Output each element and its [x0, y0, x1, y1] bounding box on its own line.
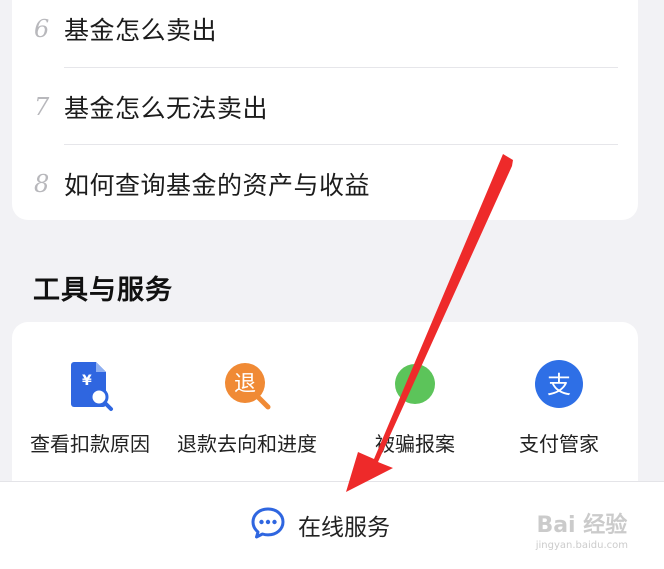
chat-bubble-icon [250, 506, 286, 544]
report-icon [387, 358, 443, 414]
alipay-glyph: 支 [547, 371, 571, 399]
tool-label: 被骗报案 [375, 432, 455, 456]
faq-question: 基金怎么无法卖出 [64, 93, 269, 123]
online-service-label: 在线服务 [298, 515, 390, 541]
tool-label: 查看扣款原因 [30, 432, 150, 456]
tool-refund-progress[interactable]: 退 退款去向和进度 [167, 358, 327, 457]
faq-question: 基金怎么卖出 [64, 15, 218, 45]
alipay-icon: 支 [531, 358, 587, 414]
faq-number: 7 [34, 92, 50, 121]
refund-icon: 退 [219, 358, 275, 414]
tool-fraud-report[interactable]: 被骗报案 [335, 358, 495, 457]
faq-item-7[interactable]: 7 基金怎么无法卖出 [34, 68, 618, 145]
online-service-button[interactable]: 在线服务 [250, 506, 390, 544]
tool-label: 支付管家 [519, 432, 599, 456]
receipt-search-icon: ¥ [62, 358, 118, 414]
svg-text:¥: ¥ [82, 373, 92, 389]
faq-number: 6 [34, 14, 50, 43]
watermark-text: Bai 经验 [536, 513, 628, 538]
faq-card: 6 基金怎么卖出 7 基金怎么无法卖出 8 如何查询基金的资产与收益 [12, 0, 638, 220]
tool-label: 退款去向和进度 [177, 432, 317, 456]
tool-check-deduction[interactable]: ¥ 查看扣款原因 [10, 358, 170, 457]
bottom-bar: 在线服务 Bai 经验 jingyan.baidu.com [0, 481, 664, 569]
baidu-jingyan-watermark: Bai 经验 jingyan.baidu.com [536, 515, 628, 551]
faq-question: 如何查询基金的资产与收益 [64, 170, 371, 200]
tool-payment-manager[interactable]: 支 支付管家 [479, 358, 639, 457]
faq-number: 8 [34, 169, 50, 198]
section-title-tools: 工具与服务 [33, 275, 173, 306]
refund-glyph: 退 [234, 372, 256, 397]
faq-item-8[interactable]: 8 如何查询基金的资产与收益 [34, 145, 618, 222]
watermark-url: jingyan.baidu.com [535, 540, 628, 551]
faq-item-6[interactable]: 6 基金怎么卖出 [34, 0, 618, 67]
